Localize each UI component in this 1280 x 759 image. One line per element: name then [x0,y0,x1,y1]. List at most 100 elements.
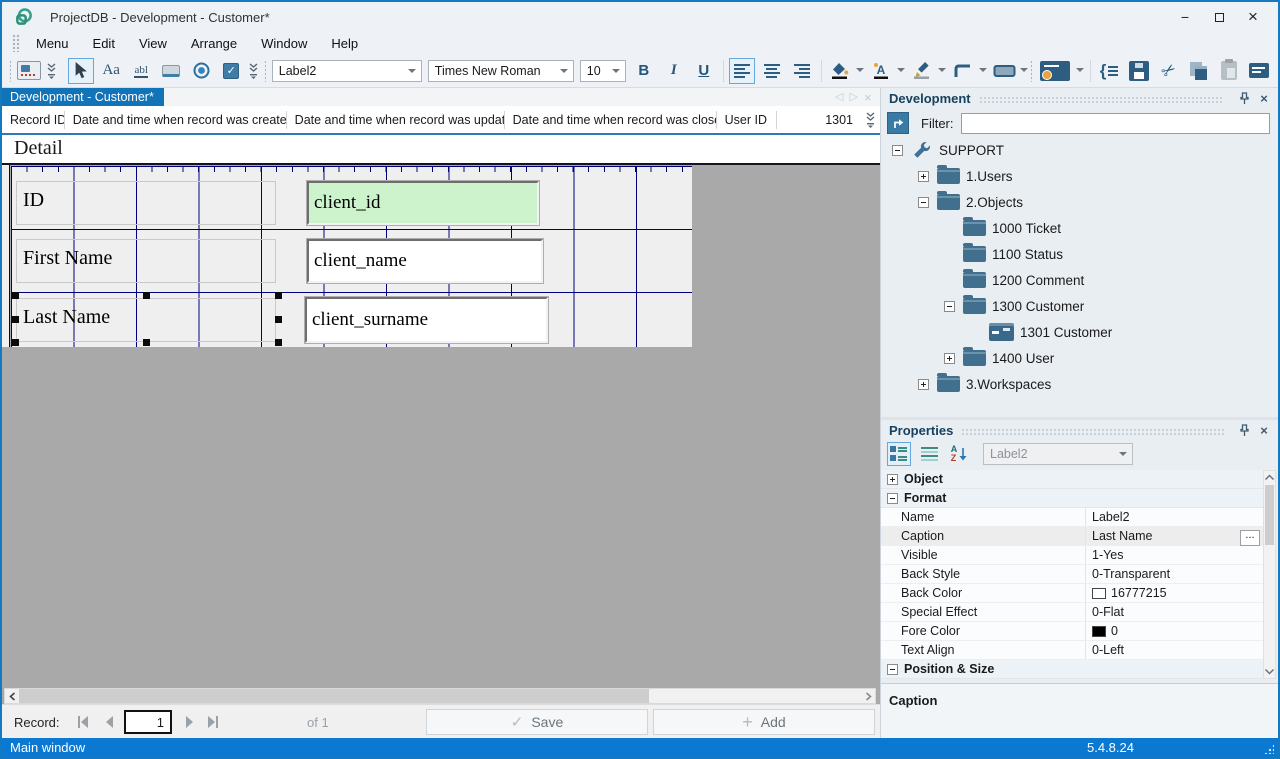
toolbar-drag-handle[interactable] [61,59,64,82]
chevron-down-icon[interactable] [1075,67,1084,76]
header-closed[interactable]: Date and time when record was closed [505,113,716,127]
selection-handle[interactable] [12,292,19,299]
tree-item-1400-user[interactable]: 1400 User [881,345,1278,371]
toolbar-drag-handle[interactable] [1030,59,1032,82]
tree-item-objects[interactable]: 2.Objects [881,189,1278,215]
property-row-back-color[interactable]: Back Color 16777215 [881,584,1264,603]
toolbar-drag-handle[interactable] [9,59,11,82]
border-style-button[interactable] [950,58,976,84]
collapse-icon[interactable] [887,663,898,675]
tree-item-users[interactable]: 1.Users [881,163,1278,189]
property-row-back-style[interactable]: Back Style 0-Transparent [881,565,1264,584]
property-row-caption[interactable]: Caption Last Name ... [881,527,1264,546]
field-client-id[interactable]: client_id [307,181,539,225]
next-record-button[interactable] [178,712,200,732]
tree-item-workspaces[interactable]: 3.Workspaces [881,371,1278,397]
selection-handle[interactable] [143,339,150,346]
radio-tool-button[interactable] [188,58,214,84]
pin-icon[interactable] [1236,423,1252,437]
paste-button[interactable] [1216,58,1242,84]
header-user-id-value[interactable]: 1301 [777,113,865,127]
header-record-id[interactable]: Record ID [2,113,64,127]
structure-button[interactable]: { [1096,58,1122,84]
comment-button[interactable] [1246,58,1272,84]
save-button[interactable] [1126,58,1152,84]
font-color-button[interactable]: A [868,58,894,84]
expand-icon[interactable] [917,170,929,182]
align-left-button[interactable] [728,57,755,84]
font-size-combo[interactable]: 10 [579,59,626,82]
save-record-button[interactable]: ✓ Save [426,709,648,735]
menubar-drag-handle[interactable] [12,34,20,52]
tree-item-1000-ticket[interactable]: 1000 Ticket [881,215,1278,241]
form-designer-canvas[interactable]: ID client_id First Name client_name Last… [2,165,880,688]
close-panel-icon[interactable]: × [1256,423,1272,438]
filter-go-button[interactable] [887,112,909,134]
tab-scroll-left-icon[interactable]: ◁ [835,90,843,105]
expand-icon[interactable] [917,378,929,390]
chevron-down-icon[interactable] [1020,67,1029,76]
menu-item-view[interactable]: View [127,34,179,53]
tab-development-customer[interactable]: Development - Customer* [2,88,164,106]
chevron-down-icon[interactable] [897,67,906,76]
cut-button[interactable]: ✂ [1156,58,1182,84]
selection-handle[interactable] [275,339,282,346]
horizontal-scrollbar[interactable] [4,688,876,704]
scrollbar-thumb[interactable] [1265,485,1274,545]
selection-handle[interactable] [143,292,150,299]
close-panel-icon[interactable]: × [1256,91,1272,106]
pin-icon[interactable] [1236,91,1252,105]
italic-button[interactable]: I [661,58,687,84]
chevron-down-icon[interactable] [979,67,988,76]
tab-close-icon[interactable]: × [864,90,872,105]
menu-item-window[interactable]: Window [249,34,319,53]
resize-grip[interactable] [1264,744,1274,754]
label-first-name[interactable]: First Name [16,239,276,283]
label-id[interactable]: ID [16,181,276,225]
underline-button[interactable]: U [691,58,717,84]
filter-input[interactable] [961,113,1270,134]
last-record-button[interactable] [202,712,224,732]
property-row-fore-color[interactable]: Fore Color 0 [881,622,1264,641]
property-row-visible[interactable]: Visible 1-Yes [881,546,1264,565]
first-record-button[interactable] [72,712,94,732]
object-selector-combo[interactable]: Label2 [271,59,422,82]
collapse-icon[interactable] [917,196,929,208]
list-view-button[interactable] [917,442,941,466]
field-client-name[interactable]: client_name [307,239,543,283]
copy-button[interactable] [1186,58,1212,84]
checkbox-tool-button[interactable]: ✓ [218,58,244,84]
category-position-size[interactable]: Position & Size [881,660,1264,679]
header-created[interactable]: Date and time when record was created [65,113,286,127]
new-object-button[interactable] [1037,58,1073,84]
minimize-button[interactable]: − [1168,5,1202,29]
tree-item-support[interactable]: SUPPORT [881,137,1278,163]
properties-scrollbar[interactable] [1263,470,1276,679]
selection-handle[interactable] [275,292,282,299]
expand-icon[interactable] [943,352,955,364]
tab-scroll-right-icon[interactable]: ▷ [849,90,857,105]
fill-color-button[interactable] [827,58,853,84]
header-overflow-button[interactable] [865,111,876,128]
tree-item-1100-status[interactable]: 1100 Status [881,241,1278,267]
tree-item-1200-comment[interactable]: 1200 Comment [881,267,1278,293]
tree-item-1300-customer[interactable]: 1300 Customer [881,293,1278,319]
tree-item-1301-customer[interactable]: 1301 Customer [881,319,1278,345]
detail-band-header[interactable]: Detail [2,135,880,165]
property-row-name[interactable]: Name Label2 [881,508,1264,527]
sort-alphabetical-button[interactable]: AZ [947,442,971,466]
menu-item-edit[interactable]: Edit [81,34,127,53]
button-tool-button[interactable] [158,58,184,84]
bold-button[interactable]: B [631,58,657,84]
align-center-button[interactable] [759,58,785,84]
chevron-down-icon[interactable] [856,67,865,76]
selection-handle[interactable] [275,316,282,323]
expand-icon[interactable] [887,473,898,485]
form-grid[interactable]: ID client_id First Name client_name Last… [11,166,692,347]
header-updated[interactable]: Date and time when record was updated [287,113,504,127]
categorized-view-button[interactable] [887,442,911,466]
current-record-input[interactable]: 1 [124,710,172,734]
selection-handle[interactable] [12,339,19,346]
font-name-combo[interactable]: Times New Roman [427,59,574,82]
maximize-button[interactable] [1202,5,1236,29]
